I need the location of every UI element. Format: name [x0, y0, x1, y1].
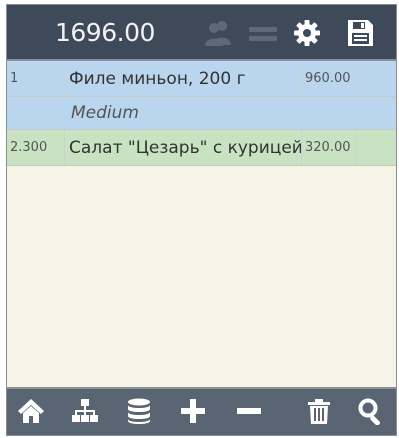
- item-name: Филе миньон, 200 г: [65, 61, 302, 96]
- plus-icon[interactable]: [179, 397, 207, 425]
- guests-icon[interactable]: [203, 19, 233, 47]
- item-price: 960.00: [302, 61, 357, 96]
- order-total: 1696.00: [55, 18, 155, 47]
- item-price: 320.00: [302, 130, 357, 165]
- item-quantity: 1: [7, 61, 65, 96]
- item-name: Салат "Цезарь" с курицей: [65, 130, 302, 165]
- top-toolbar: 1696.00: [7, 5, 396, 61]
- save-floppy-icon[interactable]: [345, 19, 375, 47]
- database-icon[interactable]: [125, 397, 153, 425]
- minus-icon[interactable]: [235, 397, 263, 425]
- trash-icon[interactable]: [305, 397, 333, 425]
- settings-gear-icon[interactable]: [292, 19, 322, 47]
- item-modifier: Medium: [71, 103, 139, 123]
- app-window: 1696.00 1 Филе миньон, 200 г 960.00 Medi…: [6, 4, 397, 436]
- search-icon[interactable]: [357, 397, 385, 425]
- menu-lines-icon[interactable]: [248, 19, 278, 47]
- bottom-toolbar: [7, 387, 396, 435]
- item-extra-cell: [357, 130, 396, 165]
- home-icon[interactable]: [17, 397, 45, 425]
- item-extra-cell: [357, 61, 396, 96]
- order-item-row[interactable]: 2.300 Салат "Цезарь" с курицей 320.00: [7, 130, 396, 166]
- item-quantity: 2.300: [7, 130, 65, 165]
- hierarchy-icon[interactable]: [71, 397, 99, 425]
- order-item-row[interactable]: 1 Филе миньон, 200 г 960.00: [7, 61, 396, 97]
- item-modifier-row[interactable]: Medium: [7, 97, 396, 130]
